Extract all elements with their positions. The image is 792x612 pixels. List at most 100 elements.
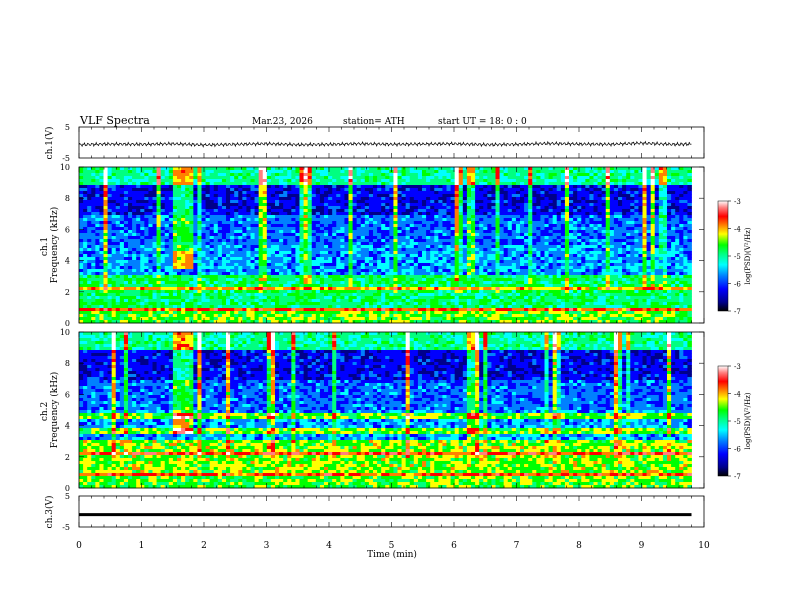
spectrogram-cell [446,197,451,201]
spectrogram-cell [209,209,215,213]
spectrogram-cell [168,197,174,201]
spectrogram-cell [536,245,541,249]
spectrogram-cell [475,179,480,183]
spectrogram-cell [254,221,260,225]
spectrogram-cell [368,239,374,243]
spectrogram-cell [230,227,235,231]
spectrogram-cell [479,185,484,189]
spectrogram-cell [475,212,480,216]
spectrogram-cell [426,251,431,255]
spectrogram-cell [315,224,321,228]
spectrogram-cell [217,203,223,207]
spectrogram-cell [532,218,537,222]
spectrogram-cell [393,173,398,177]
ch1-ylabel: ch.1(V) [44,127,55,160]
spectrogram-cell [373,260,378,264]
spectrogram-cell [373,215,378,219]
spectrogram-cell [450,251,456,255]
spectrogram-cell [168,170,174,174]
spectrogram-cell [405,182,411,186]
spectrogram-cell [515,233,521,237]
spectrogram-cell [79,173,84,177]
spectrogram-cell [344,239,349,243]
spectrogram-cell [479,230,484,234]
spectrogram-cell [426,221,431,225]
spectrogram-cell [389,215,394,219]
spectrogram-cell [654,191,660,195]
spectrogram-cell [177,191,182,195]
spectrogram-cell [307,200,313,204]
spectrogram-cell [140,248,145,252]
spectrogram-cell [266,221,272,225]
spectrogram-cell [671,188,676,192]
spectrogram-cell [409,194,415,198]
spectrogram-cell [654,215,660,219]
spectrogram-cell [328,203,333,207]
spectrogram-cell [573,242,578,246]
spectrogram-cell [609,242,615,246]
spectrogram-cell [528,182,533,186]
spectrogram-cell [303,233,309,237]
spectrogram-cell [242,203,247,207]
spectrogram-cell [589,218,594,222]
spectrogram-cell [291,263,296,267]
spectrogram-cell [262,254,268,258]
spectrogram-cell [315,215,321,219]
spectrogram-cell [573,206,578,210]
spectrogram-cell [299,209,304,213]
spectrogram-cell [524,242,529,246]
spectrogram-cell [532,176,537,180]
spectrogram-cell [593,245,598,249]
spectrogram-cell [87,170,92,174]
spectrogram-cell [193,224,198,228]
spectrogram-cell [164,215,170,219]
spectrogram-cell [336,260,341,264]
spectrogram-cell [193,233,198,237]
spectrogram-cell [266,200,272,204]
spectrogram-cell [597,218,603,222]
spectrogram-cell [279,248,284,252]
spectrogram-cell [238,245,243,249]
spectrogram-cell [319,170,325,174]
spectrogram-cell [487,173,492,177]
spectrogram-cell [291,245,296,249]
spectrogram-cell [450,224,456,228]
spectrogram-cell [119,194,125,198]
spectrogram-cell [270,230,276,234]
spectrogram-cell [609,215,615,219]
spectrogram-cell [503,206,509,210]
spectrogram-cell [103,209,108,213]
spectrogram-cell [123,218,129,222]
spectrogram-cell [103,191,108,195]
spectrogram-cell [683,191,688,195]
spectrogram-cell [552,206,558,210]
spectrogram-cell [364,179,370,183]
spectrogram-cell [209,257,215,261]
spectrogram-cell [307,248,313,252]
spectrogram-cell [279,176,284,180]
spectrogram-cell [348,248,353,252]
spectrogram-cell [111,218,117,222]
spectrogram-cell [605,194,611,198]
spectrogram-cell [385,215,390,219]
spectrogram-cell [364,206,370,210]
spectrogram-cell [152,248,157,252]
spectrogram-cell [287,245,292,249]
spectrogram-cell [140,206,145,210]
spectrogram-cell [385,209,390,213]
spectrogram-cell [324,236,329,240]
spectrogram-cell [340,242,345,246]
spectrogram-cell [662,203,668,207]
spectrogram-cell [279,230,284,234]
spectrogram-cell [91,185,96,189]
spectrogram-cell [389,200,394,204]
spectrogram-cell [254,194,260,198]
spectrogram-cell [450,257,456,261]
spectrogram-cell [209,248,215,252]
spectrogram-cell [217,227,223,231]
spectrogram-cell [246,260,251,264]
spectrogram-cell [638,203,643,207]
spectrogram-cell [234,194,239,198]
spectrogram-cell [483,224,488,228]
spectrogram-cell [397,242,402,246]
